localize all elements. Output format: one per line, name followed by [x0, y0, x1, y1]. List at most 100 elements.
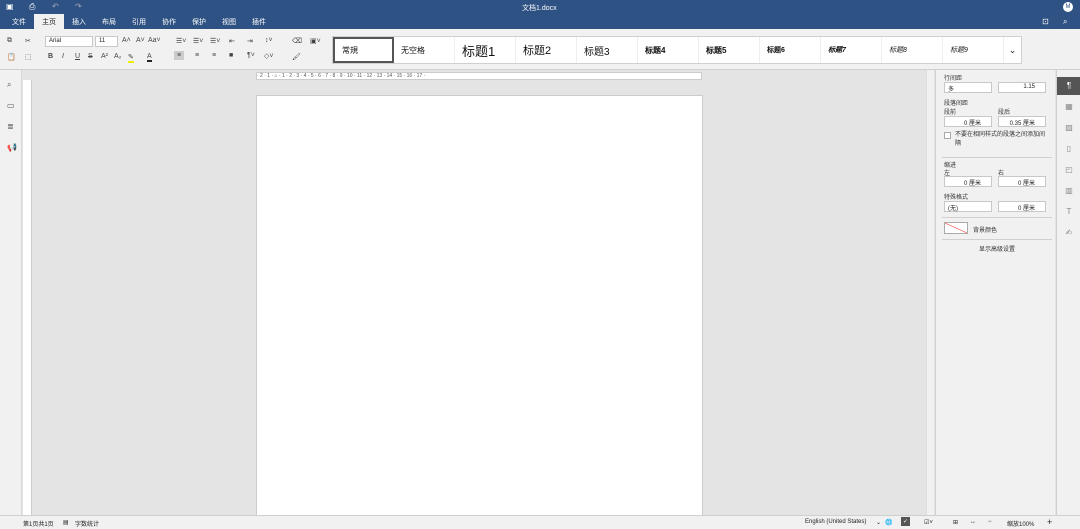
- special-format-value-input[interactable]: 0 厘米: [998, 201, 1046, 212]
- track-changes-icon[interactable]: ☑˅: [924, 519, 933, 526]
- tab-plugins[interactable]: 插件: [244, 14, 274, 29]
- tab-home[interactable]: 主页: [34, 14, 64, 29]
- style-normal[interactable]: 常規: [333, 37, 394, 63]
- style-heading-9[interactable]: 标题9: [943, 37, 1004, 63]
- bold-icon[interactable]: B: [48, 53, 53, 60]
- increase-indent-icon[interactable]: ⇥: [247, 37, 253, 45]
- tab-references[interactable]: 引用: [124, 14, 154, 29]
- style-heading-7[interactable]: 标题7: [821, 37, 882, 63]
- clear-format-icon[interactable]: ⌫: [292, 37, 302, 45]
- vertical-ruler[interactable]: [23, 80, 32, 515]
- justify-icon[interactable]: ■: [229, 52, 233, 59]
- style-heading-5[interactable]: 标题5: [699, 37, 760, 63]
- fit-width-icon[interactable]: ↔: [970, 519, 976, 525]
- redo-icon[interactable]: ↷: [75, 2, 82, 11]
- tab-file[interactable]: 文件: [4, 14, 34, 29]
- style-heading-1[interactable]: 标题1: [455, 37, 516, 63]
- left-indent-input[interactable]: 0 厘米: [944, 176, 992, 187]
- horizontal-ruler[interactable]: · 2 · 1 · ⌂ · 1 · 2 · 3 · 4 · 5 · 6 · 7 …: [256, 72, 702, 80]
- special-format-select[interactable]: (无): [944, 201, 992, 212]
- cut-icon[interactable]: ✂: [25, 37, 31, 45]
- format-painter-icon[interactable]: 🖌: [292, 53, 301, 61]
- vertical-scrollbar[interactable]: [926, 70, 934, 515]
- word-count-button[interactable]: 字数统计: [75, 519, 99, 528]
- copy-icon[interactable]: ⧉: [7, 37, 12, 45]
- no-space-checkbox[interactable]: [944, 132, 951, 139]
- paragraph-icon[interactable]: ¶: [1057, 77, 1080, 95]
- style-heading-4[interactable]: 标题4: [638, 37, 699, 63]
- align-center-icon[interactable]: ≡: [195, 52, 199, 59]
- font-size-select[interactable]: 11: [95, 36, 118, 47]
- save-icon[interactable]: ▣: [6, 2, 14, 11]
- zoom-in-icon[interactable]: +: [1047, 517, 1052, 527]
- underline-icon[interactable]: U: [75, 53, 80, 60]
- highlight-icon[interactable]: ✎: [128, 53, 134, 63]
- gallery-expand-icon[interactable]: ⌄: [1004, 37, 1021, 63]
- shape-icon[interactable]: ◰: [1057, 161, 1080, 179]
- comments-icon[interactable]: ▭: [7, 101, 15, 110]
- style-heading-6[interactable]: 标题6: [760, 37, 821, 63]
- avatar[interactable]: M: [1063, 2, 1073, 12]
- word-count-icon[interactable]: ▤: [63, 519, 69, 526]
- multilevel-list-icon[interactable]: ☰˅: [210, 37, 220, 45]
- line-spacing-mode-select[interactable]: 多: [944, 82, 992, 93]
- style-heading-8[interactable]: 标题8: [882, 37, 943, 63]
- line-spacing-icon[interactable]: ↕˅: [265, 37, 273, 44]
- tab-insert[interactable]: 插入: [64, 14, 94, 29]
- paste-icon[interactable]: 📋: [7, 53, 16, 61]
- tab-layout[interactable]: 布局: [94, 14, 124, 29]
- copy-style-icon[interactable]: ▣˅: [310, 37, 321, 45]
- line-spacing-value-input[interactable]: 1.15: [998, 82, 1046, 93]
- decrease-indent-icon[interactable]: ⇤: [229, 37, 235, 45]
- chart-icon[interactable]: ▥: [1057, 182, 1080, 200]
- font-color-icon[interactable]: A: [147, 53, 152, 62]
- search-icon[interactable]: ⌕: [1063, 17, 1067, 27]
- feedback-icon[interactable]: 📢: [7, 143, 17, 152]
- show-advanced-settings-link[interactable]: 显示高级设置: [979, 244, 1015, 253]
- document-page[interactable]: [256, 95, 703, 520]
- tab-collaboration[interactable]: 协作: [154, 14, 184, 29]
- style-no-spacing[interactable]: 无空格: [394, 37, 455, 63]
- undo-icon[interactable]: ↶: [52, 2, 59, 11]
- print-icon[interactable]: ⎙: [29, 2, 35, 12]
- globe-icon[interactable]: 🌐: [885, 519, 892, 526]
- bullets-icon[interactable]: ☰˅: [176, 37, 186, 45]
- paragraph-spacing-label: 段落间距: [944, 101, 969, 107]
- zoom-level[interactable]: 缩放100%: [1007, 519, 1034, 528]
- strikethrough-icon[interactable]: S: [88, 53, 93, 60]
- signature-icon[interactable]: ✍: [1057, 224, 1080, 242]
- superscript-icon[interactable]: A²: [101, 53, 108, 60]
- paragraph-marks-icon[interactable]: ¶˅: [247, 52, 255, 59]
- change-case-icon[interactable]: Aa˅: [148, 37, 161, 44]
- zoom-out-icon[interactable]: −: [988, 519, 992, 525]
- language-chevron-icon[interactable]: ⌄: [876, 519, 881, 526]
- spacing-before-input[interactable]: 0 厘米: [944, 116, 992, 127]
- right-indent-input[interactable]: 0 厘米: [998, 176, 1046, 187]
- shading-icon[interactable]: ◇˅: [264, 52, 273, 60]
- numbering-icon[interactable]: ☰˅: [193, 37, 203, 45]
- style-heading-3[interactable]: 标题3: [577, 37, 638, 63]
- increase-font-icon[interactable]: A˄: [122, 37, 131, 44]
- decrease-font-icon[interactable]: A˅: [136, 37, 145, 44]
- fit-page-icon[interactable]: ⊞: [953, 519, 958, 526]
- font-select[interactable]: Arial: [45, 36, 93, 47]
- background-color-picker[interactable]: [944, 222, 968, 234]
- align-right-icon[interactable]: ≡: [212, 52, 216, 59]
- spellcheck-icon[interactable]: ✓: [901, 517, 911, 526]
- text-art-icon[interactable]: T: [1057, 203, 1080, 221]
- language-select[interactable]: English (United States): [805, 519, 866, 525]
- spacing-after-input[interactable]: 0.35 厘米: [998, 116, 1046, 127]
- search-icon[interactable]: ⌕: [7, 80, 11, 90]
- style-heading-2[interactable]: 标题2: [516, 37, 577, 63]
- italic-icon[interactable]: I: [62, 53, 64, 60]
- folder-icon[interactable]: ⊡: [1042, 17, 1049, 26]
- navigation-icon[interactable]: ≣: [7, 122, 14, 131]
- tab-protection[interactable]: 保护: [184, 14, 214, 29]
- table-icon[interactable]: ▦: [1057, 98, 1080, 116]
- subscript-icon[interactable]: A₂: [114, 53, 121, 60]
- tab-view[interactable]: 视图: [214, 14, 244, 29]
- image-icon[interactable]: ▨: [1057, 119, 1080, 137]
- select-all-icon[interactable]: ⬚: [25, 53, 32, 61]
- align-left-icon[interactable]: ≡: [174, 51, 185, 60]
- header-footer-icon[interactable]: ▯: [1057, 140, 1080, 158]
